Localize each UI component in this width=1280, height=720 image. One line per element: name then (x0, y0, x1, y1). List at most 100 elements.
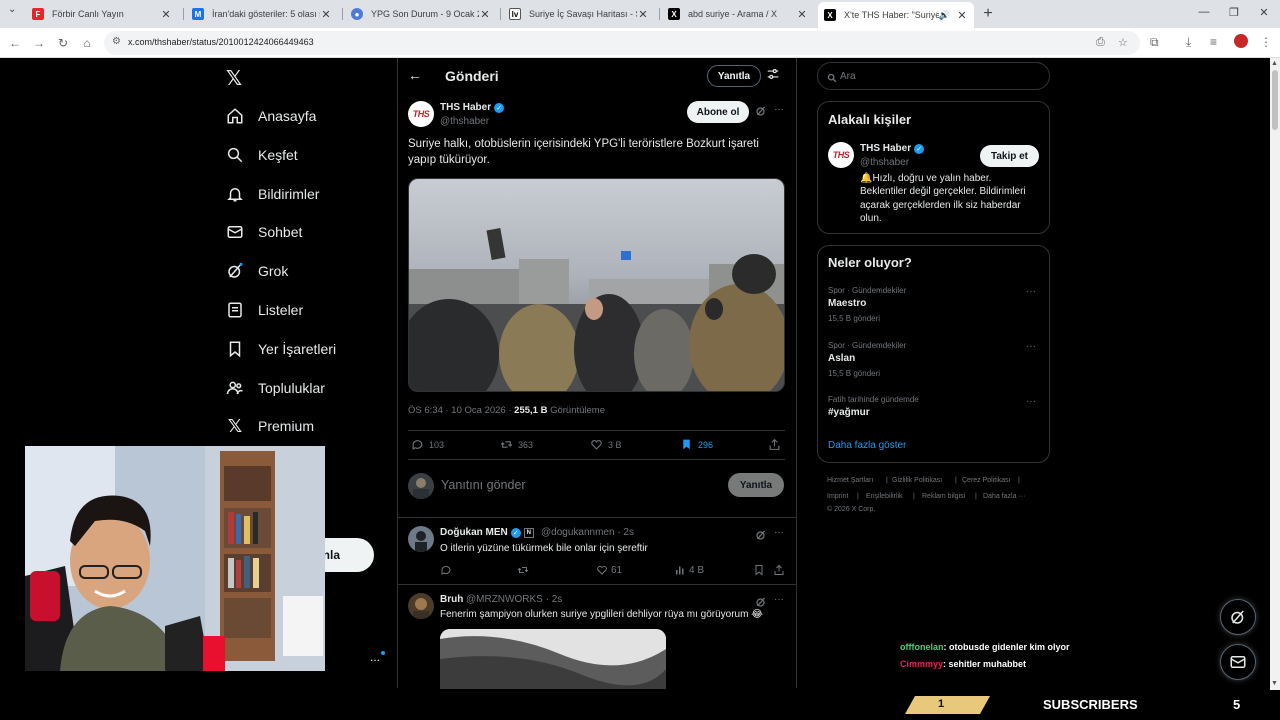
tab-close-icon[interactable]: ✕ (796, 8, 808, 21)
reload-icon[interactable]: ↻ (54, 34, 72, 52)
media-control-icon[interactable]: ≡ (1210, 35, 1217, 49)
more-options-icon[interactable]: ··· (774, 104, 784, 115)
header-reply-button[interactable]: Yanıtla (707, 65, 761, 87)
subscribe-button[interactable]: Abone ol (687, 101, 749, 123)
bookmark-button[interactable]: 296 (680, 438, 713, 451)
comment-reply-icon[interactable] (440, 564, 452, 576)
comment-image[interactable] (440, 629, 666, 689)
close-window-icon[interactable]: ✕ (1256, 6, 1272, 19)
comment-avatar[interactable] (408, 526, 434, 552)
address-bar[interactable]: ⚙ x.com/thshaber/status/2010012424066449… (104, 31, 1140, 55)
follow-button[interactable]: Takip et (980, 145, 1039, 167)
scroll-down-icon[interactable]: ▼ (1271, 680, 1278, 687)
url-text[interactable]: x.com/thshaber/status/201001242406644946… (128, 37, 314, 47)
comment-author[interactable]: Doğukan MEN ✓ N (440, 527, 534, 538)
extensions-icon[interactable]: ⧉ (1150, 35, 1159, 50)
profile-avatar[interactable] (1234, 34, 1248, 48)
tab-close-icon[interactable]: ✕ (479, 8, 491, 21)
more-options-icon[interactable]: ··· (774, 594, 784, 605)
comment-handle[interactable]: @dogukannmen · 2s (541, 527, 634, 538)
browser-tab-4[interactable]: lv Suriye İç Savaşı Haritası - Suriye ✕ (503, 3, 655, 25)
author-handle[interactable]: @thshaber (440, 116, 489, 127)
nav-bookmarks[interactable]: Yer İşaretleri (226, 337, 336, 361)
back-arrow-icon[interactable]: ← (408, 67, 422, 83)
scroll-up-icon[interactable]: ▲ (1271, 60, 1278, 67)
tab-list-chevron-icon[interactable]: ⌄ (8, 4, 16, 15)
comment-handle[interactable]: @MRZNWORKS · 2s (466, 594, 562, 605)
footer-link[interactable]: Imprint (827, 493, 848, 500)
my-avatar[interactable] (408, 473, 434, 499)
trend-name[interactable]: #yağmur (828, 407, 870, 418)
browser-tab-5[interactable]: X abd suriye - Arama / X ✕ (662, 3, 814, 25)
comment-author[interactable]: Bruh (440, 594, 463, 605)
search-box[interactable]: Ara (817, 62, 1050, 90)
footer-link[interactable]: Erişilebilirlik (866, 493, 903, 500)
speaker-icon[interactable]: 🔊 (939, 10, 950, 21)
tab-close-icon[interactable]: ✕ (637, 8, 649, 21)
comment-views[interactable]: 4 B (674, 564, 704, 576)
grok-icon[interactable] (755, 528, 767, 546)
share-button[interactable] (768, 438, 781, 451)
footer-link[interactable]: Hizmet Şartları (827, 477, 873, 484)
trend-name[interactable]: Aslan (828, 353, 855, 364)
more-options-icon[interactable]: ··· (774, 527, 784, 538)
footer-link[interactable]: Çerez Politikası (962, 477, 1011, 484)
tweet-video[interactable] (408, 178, 785, 392)
author-avatar[interactable]: THS (408, 101, 434, 127)
nav-notifications[interactable]: Bildirimler (226, 182, 319, 206)
footer-link[interactable]: Daha fazla ··· (983, 493, 1025, 500)
show-more-link[interactable]: Daha fazla göster (828, 440, 906, 451)
forward-arrow-icon[interactable]: → (30, 34, 48, 52)
site-info-icon[interactable]: ⚙ (112, 36, 121, 47)
grok-fab-button[interactable] (1220, 599, 1256, 635)
bookmark-star-icon[interactable]: ☆ (1118, 36, 1128, 49)
tab-close-icon[interactable]: ✕ (320, 8, 332, 21)
trend-more-icon[interactable]: ··· (1026, 286, 1036, 297)
browser-tab-3[interactable]: ● YPG Son Durum - 9 Ocak 2026 ✕ (345, 3, 497, 25)
comment-share-icon[interactable] (773, 564, 785, 576)
related-person-name[interactable]: THS Haber ✓ (860, 143, 925, 154)
menu-kebab-icon[interactable]: ⋮ (1260, 35, 1272, 49)
messages-fab-button[interactable] (1220, 644, 1256, 680)
author-name[interactable]: THS Haber ✓ (440, 102, 505, 113)
nav-lists[interactable]: Listeler (226, 298, 303, 322)
install-app-icon[interactable]: ⎙ (1096, 36, 1105, 49)
tab-close-icon[interactable]: ✕ (160, 8, 172, 21)
nav-home[interactable]: Anasayfa (226, 104, 316, 128)
back-arrow-icon[interactable]: ← (6, 34, 24, 52)
x-logo-icon[interactable]: 𝕏 (226, 66, 242, 91)
more-dots-icon[interactable]: ... (370, 650, 380, 664)
browser-tab-1[interactable]: F Förbir Canlı Yayın ✕ (26, 3, 178, 25)
comment-repost-icon[interactable] (517, 564, 529, 576)
reply-input[interactable]: Yanıtını gönder (441, 478, 526, 492)
footer-link[interactable]: Reklam bilgisi (922, 493, 965, 500)
trend-more-icon[interactable]: ··· (1026, 341, 1036, 352)
nav-explore[interactable]: Keşfet (226, 143, 298, 167)
download-icon[interactable]: ⤓ (1186, 35, 1191, 50)
minimize-icon[interactable]: — (1196, 6, 1212, 18)
comment-avatar[interactable] (408, 593, 434, 619)
new-tab-button[interactable]: + (978, 4, 998, 24)
nav-grok[interactable]: Grok (226, 259, 288, 283)
browser-tab-2[interactable]: M İran'daki gösteriler: 5 olası sena ✕ (186, 3, 338, 25)
comment-bookmark-icon[interactable] (753, 564, 765, 576)
scrollbar-thumb[interactable] (1272, 70, 1278, 130)
tab-close-icon[interactable]: ✕ (956, 9, 968, 22)
nav-premium[interactable]: 𝕏 Premium (226, 414, 314, 438)
restore-icon[interactable]: ❐ (1226, 6, 1242, 19)
page-scrollbar[interactable] (1270, 58, 1280, 690)
related-person-avatar[interactable]: THS (828, 142, 854, 168)
comment-like-button[interactable]: 61 (596, 564, 622, 576)
trend-more-icon[interactable]: ··· (1026, 396, 1036, 407)
sliders-icon[interactable] (766, 67, 780, 86)
trend-name[interactable]: Maestro (828, 298, 866, 309)
like-button[interactable]: 3 B (590, 438, 622, 451)
nav-communities[interactable]: Topluluklar (226, 376, 325, 400)
grok-icon[interactable] (755, 104, 767, 122)
repost-button[interactable]: 363 (500, 438, 533, 451)
reply-submit-button[interactable]: Yanıtla (728, 473, 784, 497)
home-icon[interactable]: ⌂ (78, 34, 96, 52)
related-person-handle[interactable]: @thshaber (860, 157, 909, 168)
post-timestamp[interactable]: ÖS 6:34 · 10 Oca 2026 · (408, 405, 512, 416)
browser-tab-6-active[interactable]: X X'te THS Haber: "Suriye halk 🔊 ✕ (818, 2, 974, 28)
